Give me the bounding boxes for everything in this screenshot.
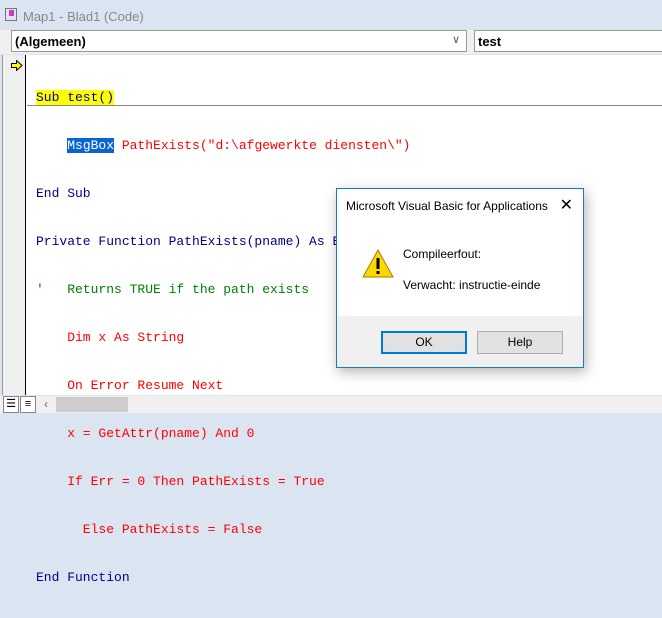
code-line-getattr: x = GetAttr(pname) And 0	[36, 426, 255, 441]
error-dialog: Microsoft Visual Basic for Applications …	[336, 188, 584, 368]
procedure-view-button[interactable]: ☰	[3, 396, 19, 413]
dialog-footer: OK Help	[337, 316, 583, 367]
scroll-left-icon[interactable]: ‹	[44, 397, 48, 411]
window-title: Map1 - Blad1 (Code)	[23, 9, 144, 24]
scroll-thumb[interactable]	[56, 397, 128, 412]
object-combo-value: (Algemeen)	[15, 34, 86, 49]
code-line-sub: Sub test()	[36, 90, 115, 105]
code-window-icon	[5, 8, 17, 21]
chevron-down-icon[interactable]: ∨	[452, 33, 460, 46]
margin-indicator-bar[interactable]	[3, 55, 26, 395]
title-bar: Map1 - Blad1 (Code)	[0, 0, 662, 30]
error-message: Compileerfout:	[403, 247, 482, 261]
error-detail: Verwacht: instructie-einde	[403, 278, 541, 292]
horizontal-scrollbar[interactable]: ☰ ≡ ‹	[0, 396, 662, 413]
procedure-separator	[27, 105, 662, 106]
ok-button[interactable]: OK	[381, 331, 467, 354]
selected-msgbox: MsgBox	[67, 138, 115, 153]
full-module-view-button[interactable]: ≡	[20, 396, 36, 413]
dialog-title: Microsoft Visual Basic for Applications	[346, 199, 548, 213]
code-toolbar: (Algemeen) ∨ test	[0, 30, 662, 54]
code-line-end-function: End Function	[36, 570, 130, 585]
code-line-msgbox: PathExists("d:\afgewerkte diensten\")	[114, 138, 411, 153]
code-line-if: If Err = 0 Then PathExists = True	[36, 474, 325, 489]
execution-arrow-icon	[11, 60, 23, 71]
code-line-on-error: On Error Resume Next	[36, 378, 224, 393]
warning-icon	[362, 248, 394, 281]
code-line-else: Else PathExists = False	[36, 522, 263, 537]
close-icon[interactable]: ✕	[560, 195, 573, 215]
object-combo[interactable]: (Algemeen) ∨	[11, 30, 467, 52]
help-button[interactable]: Help	[477, 331, 563, 354]
procedure-combo-value: test	[478, 34, 502, 49]
procedure-combo[interactable]: test	[474, 30, 662, 52]
